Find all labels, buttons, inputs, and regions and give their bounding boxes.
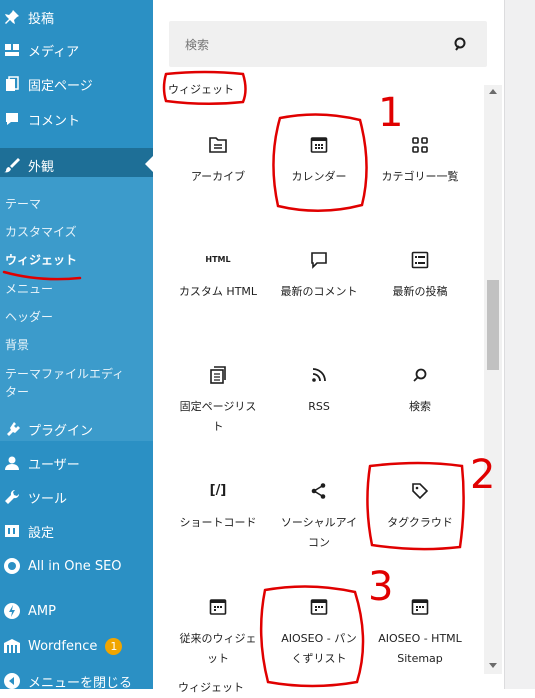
circle-category [162,70,247,106]
circle-tag-cloud [366,461,465,551]
circle-aioseo-breadcrumb [259,585,365,688]
underline-widget-menu [2,270,82,281]
annotation-2: 2 [470,452,495,498]
annotation-1: 1 [378,90,403,136]
circle-calendar [272,113,368,212]
annotation-3: 3 [368,564,393,610]
red-annotations: 1 2 3 [2,70,495,688]
